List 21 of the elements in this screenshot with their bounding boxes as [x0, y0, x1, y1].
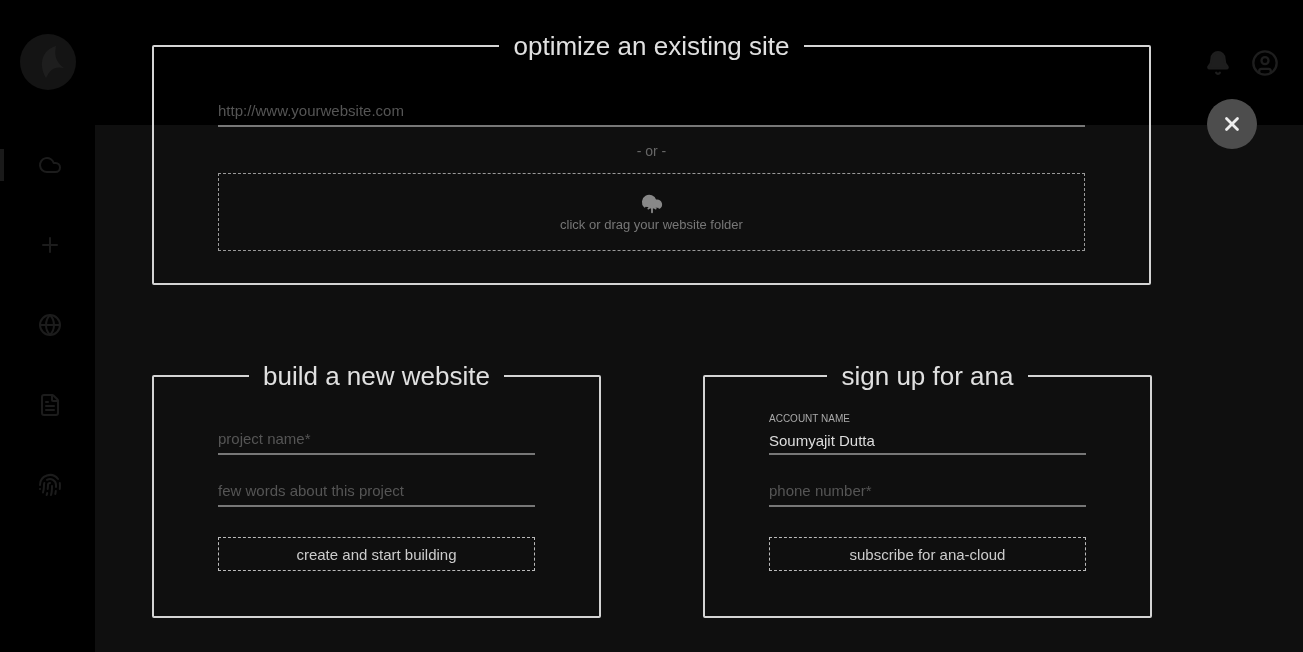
user-icon[interactable]: [1251, 48, 1279, 77]
bell-icon[interactable]: [1205, 49, 1231, 76]
cloud-upload-icon: [640, 192, 663, 215]
dropzone-text: click or drag your website folder: [560, 216, 743, 232]
panel-title: build a new website: [262, 361, 491, 391]
input-field[interactable]: few words about this project: [218, 475, 535, 507]
close-button[interactable]: [1207, 99, 1257, 149]
upload-dropzone[interactable]: click or drag your website folder: [218, 173, 1085, 251]
subscribe-button[interactable]: subscribe for ana-cloud: [769, 537, 1086, 571]
fingerprint-icon: [37, 473, 62, 497]
input-field[interactable]: Soumyajit Dutta: [769, 427, 1086, 455]
separator-text: - or -: [636, 143, 667, 159]
input-field[interactable]: phone number*: [769, 475, 1086, 507]
field-label: ACCOUNT NAME: [769, 413, 851, 424]
url-field[interactable]: http://www.yourwebsite.com: [218, 95, 1085, 127]
logo-icon[interactable]: [20, 33, 76, 90]
globe-icon: [37, 313, 62, 337]
input-field[interactable]: project name*: [218, 423, 535, 455]
create-button[interactable]: create and start building: [218, 537, 535, 571]
panel-title: optimize an existing site: [512, 31, 791, 61]
panel-title: sign up for ana: [840, 361, 1015, 391]
